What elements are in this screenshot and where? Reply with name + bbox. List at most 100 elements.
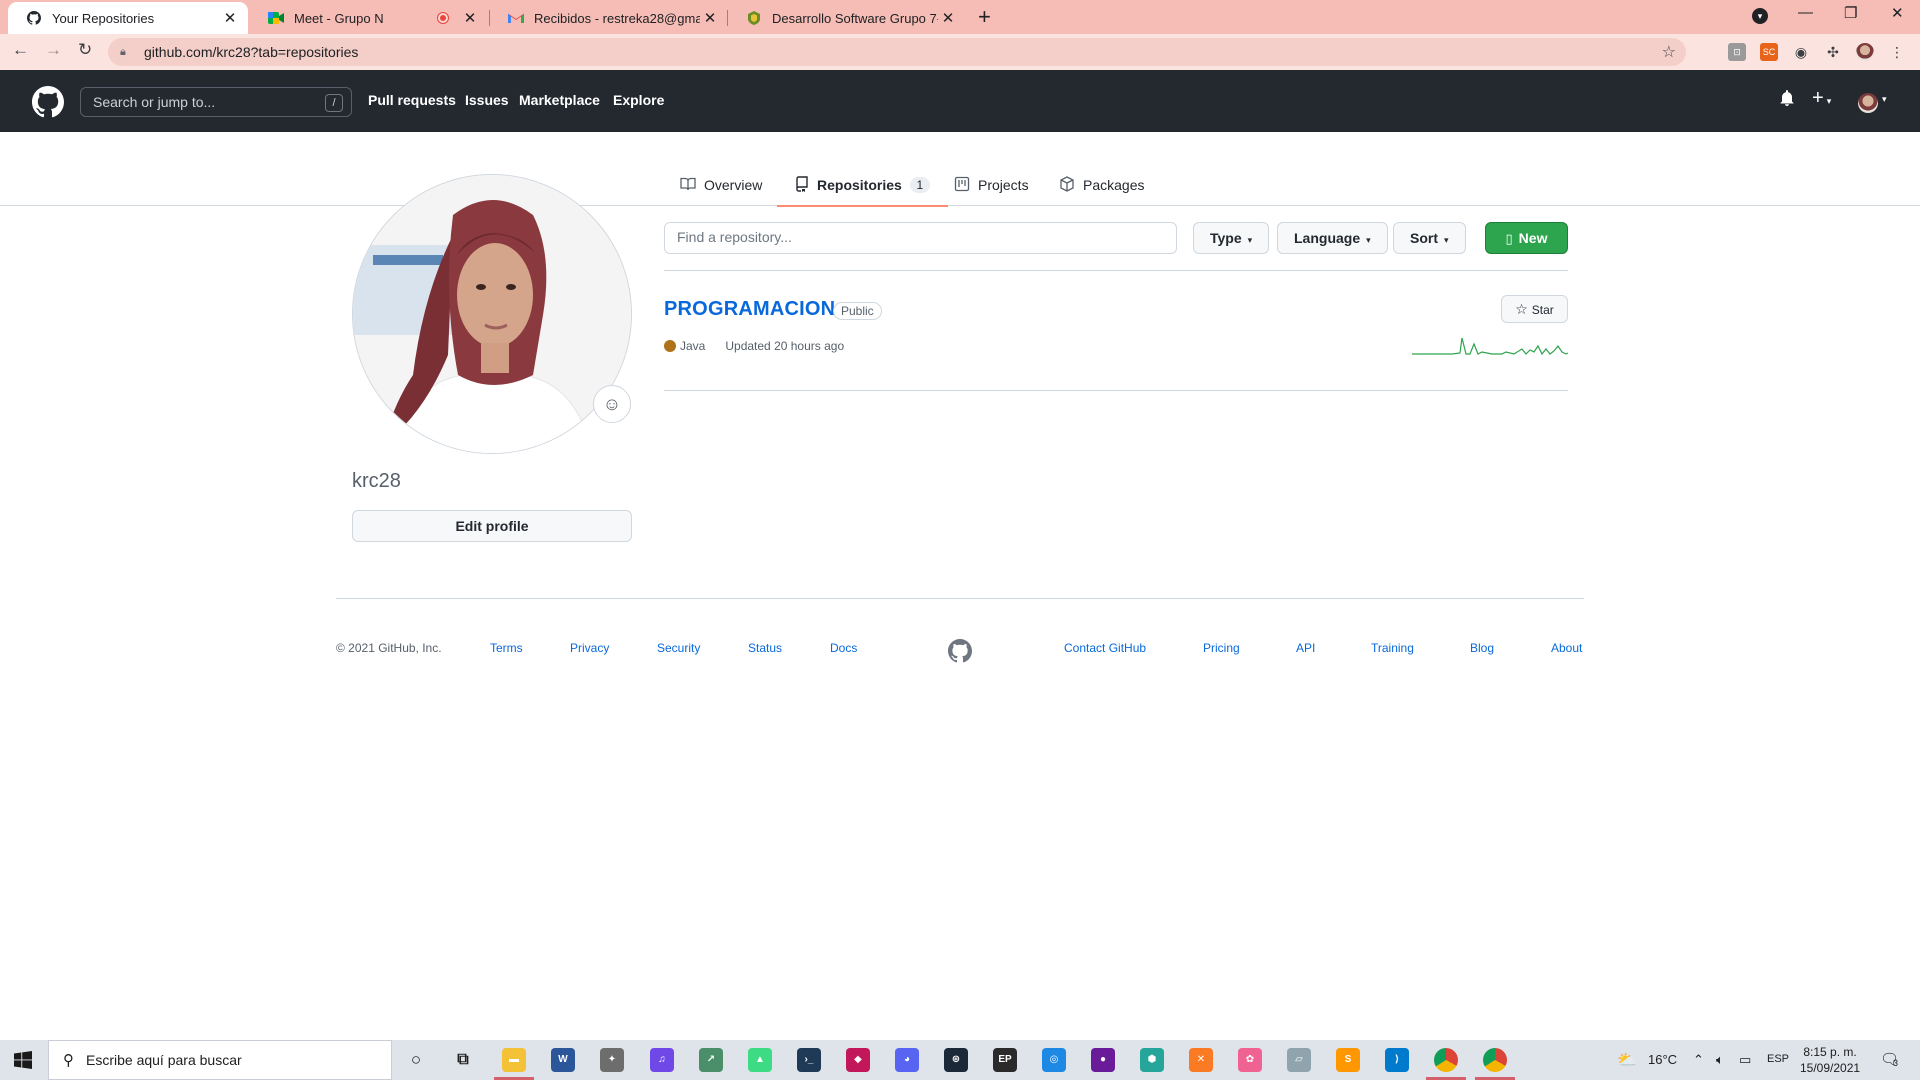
footer-link-status[interactable]: Status	[748, 641, 782, 655]
chart-app-icon[interactable]: ↗	[699, 1048, 723, 1072]
chrome-icon[interactable]	[1434, 1048, 1458, 1072]
repo-icon: ▯	[1505, 231, 1513, 246]
terminal-icon[interactable]: ›_	[797, 1048, 821, 1072]
activity-sparkline	[1412, 337, 1568, 356]
nav-explore[interactable]: Explore	[613, 92, 664, 108]
sort-filter-button[interactable]: Sort ▾	[1393, 222, 1466, 254]
file-explorer-icon[interactable]: ▬	[502, 1048, 526, 1072]
language-filter-button[interactable]: Language ▾	[1277, 222, 1388, 254]
network-icon[interactable]: ▭	[1739, 1052, 1751, 1068]
edit-profile-button[interactable]: Edit profile	[352, 510, 632, 542]
close-icon[interactable]: ✕	[700, 9, 720, 27]
media-icon[interactable]: ◉	[1792, 43, 1810, 61]
close-icon[interactable]: ✕	[460, 9, 480, 27]
footer-link-api[interactable]: API	[1296, 641, 1315, 655]
github-search-input[interactable]: Search or jump to... /	[80, 87, 352, 117]
footer-link-docs[interactable]: Docs	[830, 641, 857, 655]
browser-tab-meet[interactable]: Meet - Grupo N ✕	[250, 2, 488, 34]
taskbar-clock[interactable]: 8:15 p. m. 15/09/2021	[1800, 1044, 1860, 1076]
sc-extension-icon[interactable]: SC	[1760, 43, 1778, 61]
cortana-icon[interactable]: ○	[404, 1048, 428, 1072]
footer-link-privacy[interactable]: Privacy	[570, 641, 609, 655]
footer-link-training[interactable]: Training	[1371, 641, 1414, 655]
footer-link-blog[interactable]: Blog	[1470, 641, 1494, 655]
github-logo-icon[interactable]	[32, 86, 65, 123]
close-icon[interactable]: ✕	[938, 9, 958, 27]
find-repository-input[interactable]: Find a repository...	[664, 222, 1177, 254]
media-app-icon[interactable]: ◆	[846, 1048, 870, 1072]
tab-packages[interactable]: Packages	[1059, 164, 1144, 206]
speaker-icon[interactable]: 🔈︎	[1716, 1052, 1724, 1068]
taskbar-search-input[interactable]: ⚲ Escribe aquí para buscar	[48, 1040, 392, 1080]
vscode-icon[interactable]: ⟩	[1385, 1048, 1409, 1072]
purple-app-icon[interactable]: ●	[1091, 1048, 1115, 1072]
discord-icon[interactable]: ◕	[895, 1048, 919, 1072]
address-bar[interactable]: 🔒︎ github.com/krc28?tab=repositories ☆	[108, 38, 1686, 66]
create-new-plus-icon[interactable]: + ▾	[1812, 87, 1831, 110]
browser-menu-icon[interactable]: ⋮	[1888, 43, 1906, 61]
pdf-extension-icon[interactable]: ⊡	[1728, 43, 1746, 61]
tab-overview[interactable]: Overview	[680, 164, 762, 206]
notes-app-icon[interactable]: ▱	[1287, 1048, 1311, 1072]
tab-projects[interactable]: Projects	[954, 164, 1029, 206]
tray-chevron-up-icon[interactable]: ⌃	[1693, 1052, 1704, 1068]
epic-games-icon[interactable]: EP	[993, 1048, 1017, 1072]
task-view-icon[interactable]: ⧉	[451, 1048, 475, 1072]
chevron-down-icon[interactable]: ▾	[1882, 94, 1887, 105]
nav-marketplace[interactable]: Marketplace	[519, 92, 600, 108]
weather-icon[interactable]: ⛅	[1617, 1050, 1637, 1070]
browser-toolbar: ← → ↻ 🔒︎ github.com/krc28?tab=repositori…	[0, 34, 1920, 70]
book-icon	[680, 176, 696, 195]
bookmark-star-icon[interactable]: ☆	[1662, 42, 1676, 62]
footer-link-terms[interactable]: Terms	[490, 641, 523, 655]
footer-link-contact[interactable]: Contact GitHub	[1064, 641, 1146, 655]
app-icon[interactable]: ✦	[600, 1048, 624, 1072]
nav-issues[interactable]: Issues	[465, 92, 509, 108]
back-icon[interactable]: ←	[12, 40, 29, 60]
hex-app-icon[interactable]: ⬢	[1140, 1048, 1164, 1072]
type-filter-button[interactable]: Type ▾	[1193, 222, 1270, 254]
tab-search-icon[interactable]: ▾	[1752, 8, 1768, 24]
blue-app-icon[interactable]: ◎	[1042, 1048, 1066, 1072]
extensions-puzzle-icon[interactable]: ✣	[1824, 43, 1842, 61]
footer-link-about[interactable]: About	[1551, 641, 1582, 655]
word-icon[interactable]: W	[551, 1048, 575, 1072]
input-language[interactable]: ESP	[1767, 1053, 1789, 1065]
repo-name-link[interactable]: PROGRAMACION	[664, 298, 835, 321]
steam-icon[interactable]: ⊛	[944, 1048, 968, 1072]
new-repository-button[interactable]: ▯ New	[1485, 222, 1568, 254]
weather-temperature[interactable]: 16°C	[1648, 1052, 1677, 1067]
browser-tab-gmail[interactable]: Recibidos - restreka28@gmail.co ✕	[490, 2, 728, 34]
restore-icon[interactable]: ❐	[1844, 4, 1857, 22]
sublime-icon[interactable]: S	[1336, 1048, 1360, 1072]
android-studio-icon[interactable]: ▲	[748, 1048, 772, 1072]
caret-down-icon: ▾	[1247, 235, 1253, 245]
minimize-icon[interactable]: —	[1798, 4, 1813, 21]
github-header: Search or jump to... / Pull requests Iss…	[0, 70, 1920, 132]
tab-title: Desarrollo Software Grupo 7-8-9	[772, 10, 938, 26]
window-close-icon[interactable]: ✕	[1891, 4, 1904, 22]
nav-pull-requests[interactable]: Pull requests	[368, 92, 456, 108]
github-logo-icon[interactable]	[948, 639, 972, 668]
star-button[interactable]: ☆ Star	[1501, 295, 1568, 323]
forward-icon[interactable]: →	[45, 40, 62, 60]
notifications-bell-icon[interactable]	[1779, 90, 1795, 111]
browser-tab-classroom[interactable]: Desarrollo Software Grupo 7-8-9 ✕	[728, 2, 966, 34]
headphones-icon[interactable]: ♫	[650, 1048, 674, 1072]
profile-avatar-icon[interactable]	[1856, 43, 1874, 61]
chrome-profile-icon[interactable]	[1483, 1048, 1507, 1072]
windows-start-icon[interactable]	[14, 1051, 32, 1074]
tab-title: Meet - Grupo N	[294, 10, 384, 26]
tab-repositories[interactable]: Repositories 1	[777, 164, 948, 207]
set-status-smiley-icon[interactable]: ☺	[593, 385, 631, 423]
tab-label: Projects	[978, 177, 1029, 193]
user-avatar[interactable]	[1858, 93, 1878, 113]
footer-link-security[interactable]: Security	[657, 641, 700, 655]
footer-link-pricing[interactable]: Pricing	[1203, 641, 1240, 655]
xampp-icon[interactable]: ✕	[1189, 1048, 1213, 1072]
close-icon[interactable]: ✕	[220, 9, 240, 27]
new-tab-button[interactable]: +	[978, 4, 991, 30]
reload-icon[interactable]: ↻	[78, 40, 92, 60]
pink-app-icon[interactable]: ✿	[1238, 1048, 1262, 1072]
browser-tab-github[interactable]: Your Repositories ✕	[8, 2, 248, 34]
